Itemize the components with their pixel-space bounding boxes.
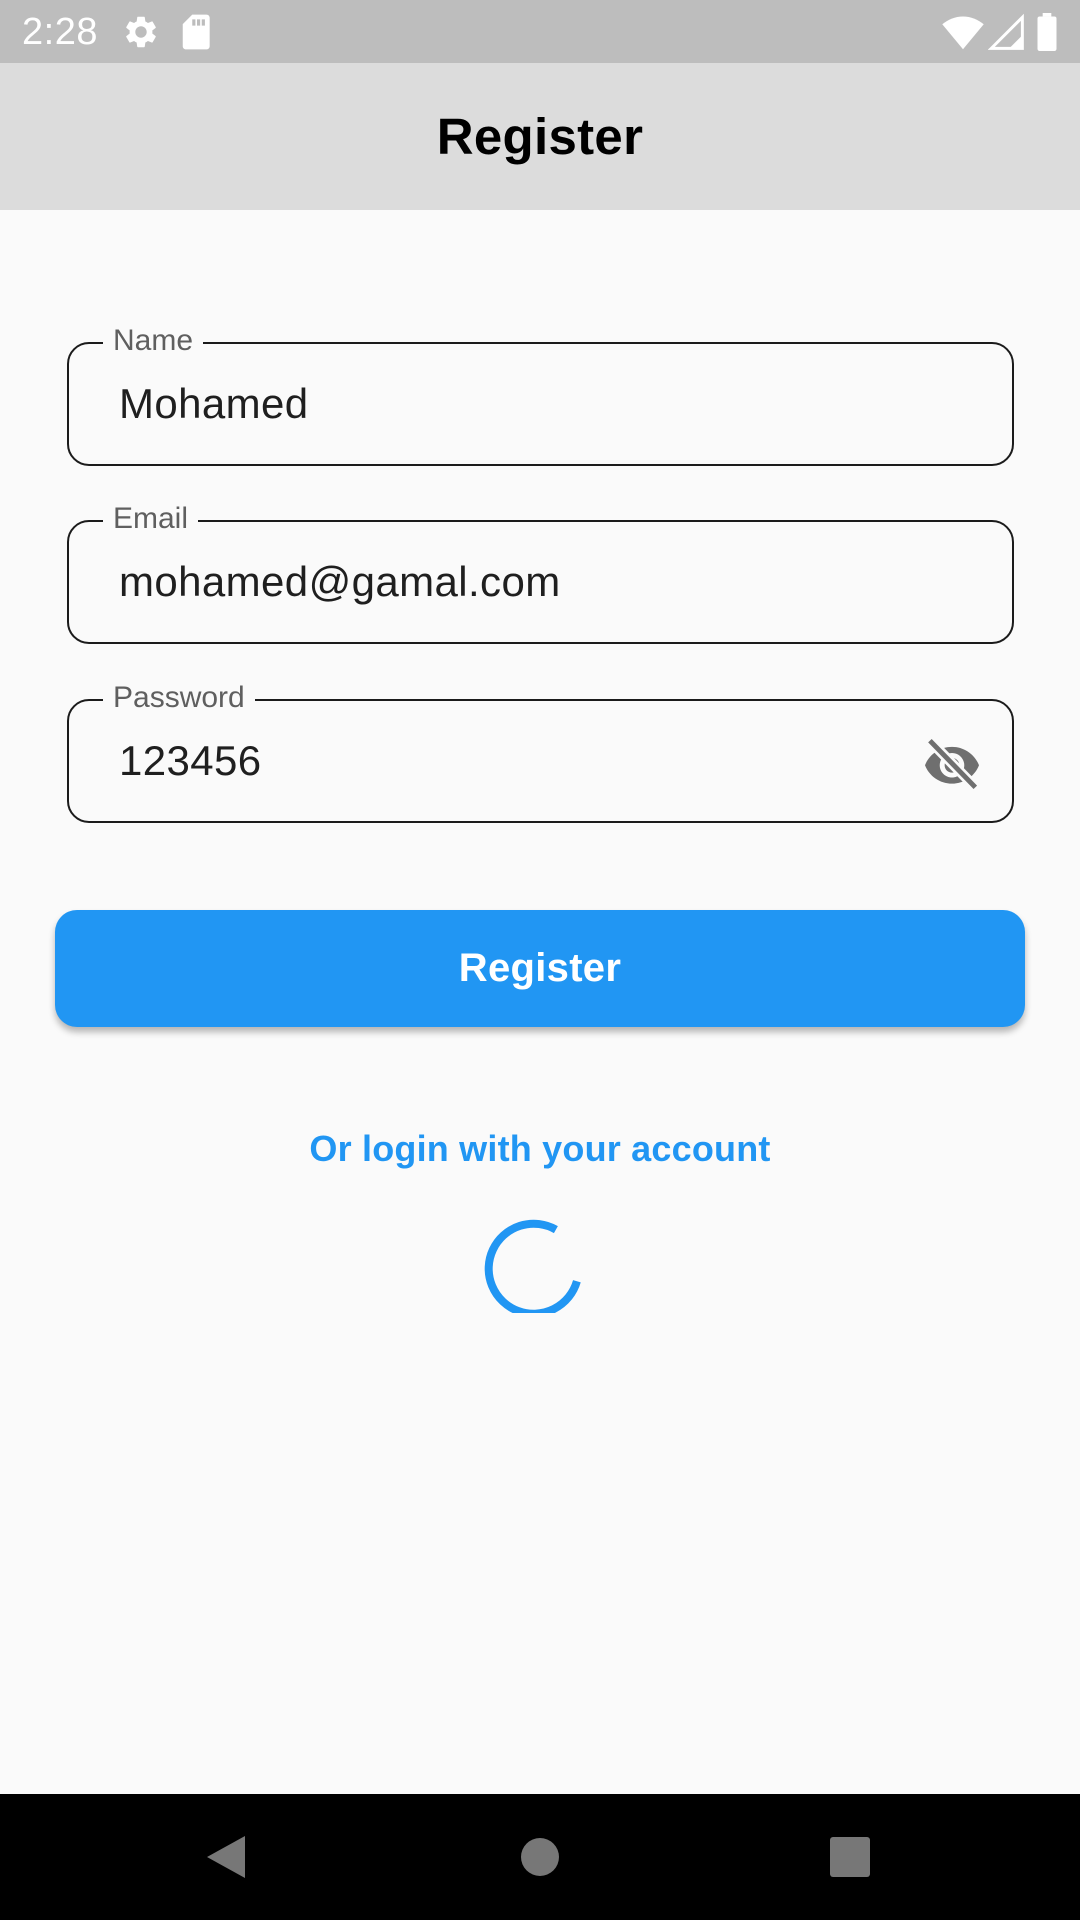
battery-icon xyxy=(1036,13,1058,56)
email-field-label: Email xyxy=(103,500,199,538)
progress-spinner xyxy=(482,1203,592,1318)
name-field-value[interactable]: Mohamed xyxy=(119,378,309,430)
login-link[interactable]: Or login with your account xyxy=(0,1128,1080,1170)
password-field-label: Password xyxy=(103,679,255,717)
wifi-icon xyxy=(942,13,984,56)
recents-icon[interactable] xyxy=(815,1822,885,1892)
navigation-bar xyxy=(0,1794,1080,1920)
gear-icon xyxy=(122,13,160,56)
name-field-label: Name xyxy=(103,322,204,360)
password-field-value[interactable]: 123456 xyxy=(119,735,262,787)
app-bar: Register xyxy=(0,63,1080,210)
password-field[interactable]: Password 123456 xyxy=(67,679,1014,823)
signal-icon xyxy=(987,13,1024,56)
back-icon[interactable] xyxy=(191,1822,261,1892)
visibility-off-icon[interactable] xyxy=(922,737,982,791)
page-title: Register xyxy=(436,108,644,165)
sd-card-icon xyxy=(180,13,214,56)
home-icon[interactable] xyxy=(505,1822,575,1892)
status-time: 2:28 xyxy=(22,11,98,53)
email-field-value[interactable]: mohamed@gamal.com xyxy=(119,556,561,608)
register-button-label: Register xyxy=(458,946,622,990)
name-field[interactable]: Name Mohamed xyxy=(67,322,1014,466)
register-button[interactable]: Register xyxy=(55,910,1025,1027)
email-field[interactable]: Email mohamed@gamal.com xyxy=(67,500,1014,644)
status-bar: 2:28 xyxy=(0,0,1080,63)
